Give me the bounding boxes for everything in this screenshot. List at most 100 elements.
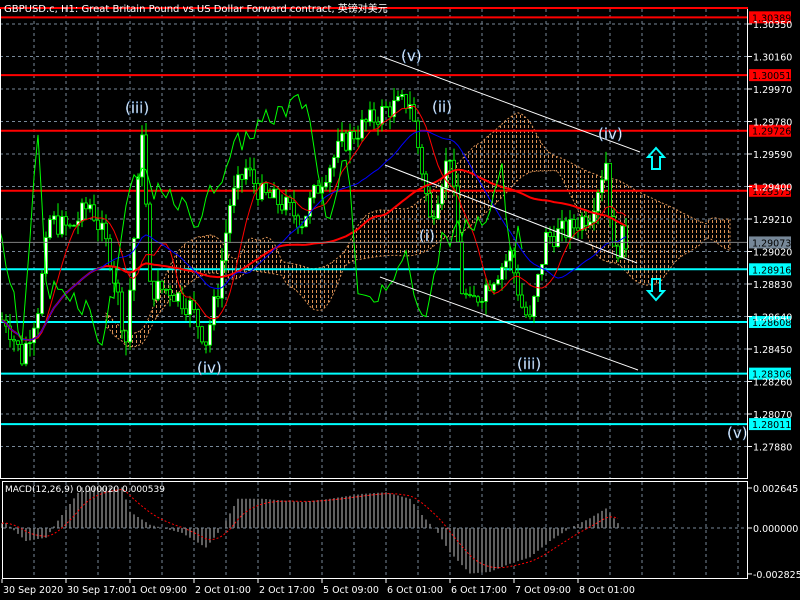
candle-body	[520, 294, 524, 308]
channel-lower-line[interactable]	[379, 276, 639, 371]
candle-body	[336, 140, 340, 159]
candle-body	[468, 294, 472, 296]
candle-body	[296, 215, 300, 228]
candle-body	[104, 222, 108, 240]
candle-body	[16, 340, 20, 345]
candle-body	[584, 216, 588, 226]
macd-indicator	[1, 487, 747, 574]
candle-body	[388, 106, 392, 118]
macd-tick-label: -0.002825	[753, 570, 800, 581]
candle-body	[484, 284, 488, 302]
candle-body	[28, 342, 32, 345]
candle-body	[64, 216, 68, 226]
candle-body	[500, 266, 504, 280]
current-price-label: 1.29073	[752, 238, 791, 249]
candle-body	[204, 341, 208, 346]
price-tick-label: 1.28070	[753, 410, 792, 421]
candle-body	[384, 106, 388, 108]
chart-title: GBPUSD.c, H1: Great Britain Pound vs US …	[4, 2, 388, 15]
candle-body	[160, 280, 164, 290]
candle-body	[352, 131, 356, 140]
price-tick-label: 1.28450	[753, 345, 792, 356]
candle-body	[232, 187, 236, 207]
candle-body	[544, 232, 548, 265]
support-level-label: 1.28916	[752, 265, 791, 276]
candle-body	[120, 291, 124, 332]
time-tick-label: 8 Oct 01:00	[579, 585, 635, 596]
time-tick-label: 6 Oct 17:00	[451, 585, 507, 596]
candle-body	[176, 292, 180, 302]
candle-body	[252, 169, 256, 184]
candle-body	[536, 274, 540, 297]
candle-body	[276, 188, 280, 205]
candle-body	[416, 120, 420, 148]
candle-body	[96, 219, 100, 231]
candle-body	[60, 216, 64, 235]
arrow-up-icon[interactable]	[645, 146, 667, 170]
candle-body	[236, 174, 240, 189]
price-tick-label: 1.27880	[753, 443, 792, 454]
price-tick-label: 1.29780	[753, 118, 792, 129]
time-tick-label: 2 Oct 17:00	[259, 585, 315, 596]
resistance-level-label: 1.30051	[752, 71, 791, 82]
candle-body	[152, 280, 156, 300]
candle-body	[48, 219, 52, 238]
candle-body	[432, 216, 436, 219]
candle-body	[404, 94, 408, 109]
candle-body	[156, 280, 160, 300]
price-tick-label: 1.29590	[753, 150, 792, 161]
candle-body	[364, 119, 368, 123]
candle-body	[368, 109, 372, 123]
candle-body	[124, 330, 128, 343]
candle-body	[112, 265, 116, 284]
candle-body	[12, 339, 16, 342]
candle-body	[576, 227, 580, 231]
chart-canvas[interactable]: 1.303891.300511.297261.293751.289161.286…	[0, 0, 800, 600]
candle-body	[472, 295, 476, 298]
candle-body	[376, 121, 380, 125]
candle-body	[220, 260, 224, 299]
candle-body	[164, 288, 168, 291]
candle-body	[280, 204, 284, 211]
candle-body	[580, 216, 584, 231]
candle-body	[552, 236, 556, 247]
candle-body	[116, 282, 120, 293]
candle-body	[328, 167, 332, 183]
candle-body	[528, 314, 532, 318]
support-level-label: 1.28011	[752, 420, 791, 431]
candle-body	[344, 132, 348, 151]
candle-body	[244, 167, 248, 180]
candle-body	[68, 224, 72, 227]
candle-body	[40, 273, 44, 315]
candle-body	[52, 215, 56, 220]
macd-tick-label: 0.002645	[753, 484, 798, 495]
candle-body	[208, 324, 212, 346]
candle-body	[428, 192, 432, 218]
candle-body	[196, 309, 200, 328]
wave-label: (v)	[727, 424, 748, 442]
candle-body	[324, 181, 328, 188]
candle-body	[480, 301, 484, 303]
candle-body	[436, 203, 440, 219]
candle-body	[264, 182, 268, 193]
candle-body	[332, 157, 336, 169]
candle-body	[340, 132, 344, 142]
candle-body	[136, 176, 140, 239]
candle-body	[292, 202, 296, 217]
candle-body	[460, 241, 464, 295]
candle-body	[420, 147, 424, 175]
candle-body	[548, 232, 552, 237]
time-axis[interactable]: 30 Sep 2020 30 Sep 17:00 1 Oct 09:00 2 Oct …	[1, 579, 635, 596]
time-tick-label: 2 Oct 01:00	[195, 585, 251, 596]
candle-body	[568, 219, 572, 238]
candle-body	[284, 196, 288, 211]
candle-body	[168, 289, 172, 296]
candle-body	[572, 219, 576, 229]
candle-body	[508, 250, 512, 262]
wave-label: (iv)	[598, 125, 623, 143]
candle-body	[496, 279, 500, 285]
candle-body	[492, 283, 496, 291]
candle-body	[180, 292, 184, 310]
price-tick-label: 1.30160	[753, 53, 792, 64]
candle-body	[212, 296, 216, 326]
